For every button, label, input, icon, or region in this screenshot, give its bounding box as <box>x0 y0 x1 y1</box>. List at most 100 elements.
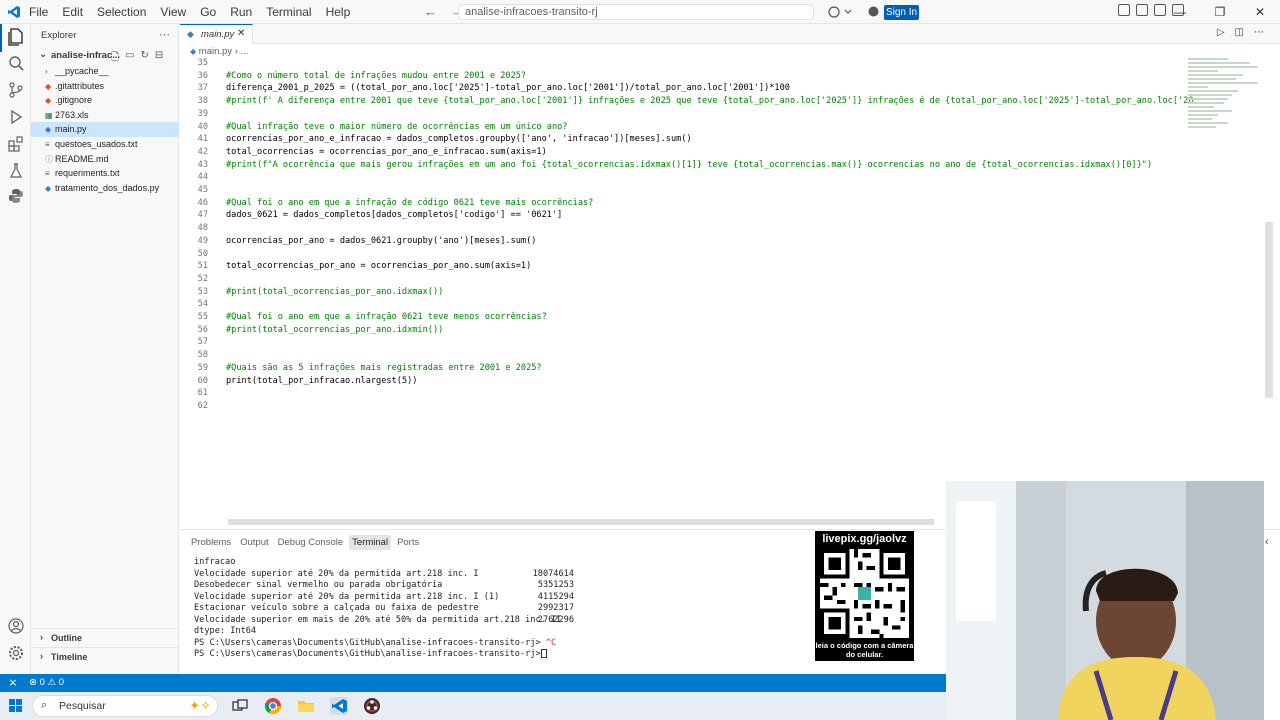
timeline-section[interactable]: › Timeline <box>31 647 179 665</box>
tree-item-tratamento[interactable]: ◆ tratamento_dos_dados.py <box>31 181 179 196</box>
line-number: 44 <box>197 172 208 183</box>
horizontal-scrollbar[interactable] <box>228 519 934 525</box>
code-line[interactable]: print(total_por_infracao.nlargest(5)) <box>226 376 417 386</box>
more-actions-icon[interactable]: ⋯ <box>1254 27 1264 38</box>
code-comment-line[interactable]: #Quais são as 5 infrações mais registrad… <box>226 363 542 373</box>
testing-icon[interactable] <box>6 163 26 183</box>
tab-main-py[interactable]: ◆ main.py ✕ <box>180 24 253 44</box>
breadcrumb-file[interactable]: main.py <box>199 46 232 57</box>
terminal-output[interactable]: infracao Velocidade superior até 20% da … <box>194 557 574 661</box>
tree-item-xls[interactable]: ▦ 2763.xls <box>31 108 179 123</box>
vertical-scrollbar[interactable] <box>1265 222 1273 398</box>
terminal-row: Estacionar veículo sobre a calçada ou fa… <box>194 603 574 613</box>
file-tree: › __pycache__ ◆ .gitattributes ◆ .gitignore… <box>31 64 179 195</box>
window-controls: — ❐ ✕ <box>1160 0 1280 24</box>
menu-view[interactable]: View <box>153 0 193 24</box>
close-window-button[interactable]: ✕ <box>1240 0 1280 24</box>
qr-code-image <box>820 549 909 638</box>
code-comment-line[interactable]: #print(total_ocorrencias_por_ano.idxmin(… <box>226 325 443 335</box>
code-comment-line[interactable]: #print(total_ocorrencias_por_ano.idxmax(… <box>226 287 443 297</box>
tab-output[interactable]: Output <box>237 535 272 550</box>
extensions-icon[interactable] <box>6 136 26 156</box>
windows-start-icon[interactable] <box>9 699 22 712</box>
minimap[interactable] <box>1188 58 1264 148</box>
run-file-icon[interactable]: ▷ <box>1217 27 1225 38</box>
chrome-icon[interactable] <box>264 697 282 715</box>
code-line[interactable]: total_ocorrencias = ocorrencias_por_ano_… <box>226 147 547 157</box>
tree-item-requeriments[interactable]: ≡ requeriments.txt <box>31 166 179 181</box>
code-comment-line[interactable]: #Qual foi o ano em que a infração de cód… <box>226 198 593 208</box>
tree-item-main-py[interactable]: ◆ main.py <box>31 122 179 137</box>
code-line[interactable]: diferença_2001_p_2025 = ((total_por_ano.… <box>226 83 790 93</box>
menu-bar: File Edit Selection View Go Run Terminal… <box>22 0 357 24</box>
qr-url: livepix.gg/jaolvz <box>822 533 907 545</box>
copilot-icon[interactable] <box>826 4 854 20</box>
sign-in-button[interactable]: Sign In <box>884 5 919 20</box>
menu-go[interactable]: Go <box>193 0 223 24</box>
text-file-icon: ≡ <box>45 169 50 179</box>
tree-item-questoes[interactable]: ≡ questoes_usados.txt <box>31 137 179 152</box>
tab-debug-console[interactable]: Debug Console <box>275 535 347 550</box>
git-file-icon: ◆ <box>45 81 52 91</box>
minimize-button[interactable]: — <box>1160 0 1200 24</box>
code-comment-line[interactable]: #Qual infração teve o maior número de oc… <box>226 122 567 132</box>
customize-layout-icon[interactable] <box>1118 4 1130 16</box>
file-explorer-icon[interactable] <box>297 697 315 715</box>
remote-indicator-icon[interactable]: ⨯ <box>0 674 26 692</box>
explorer-icon[interactable] <box>0 24 26 52</box>
maximize-button[interactable]: ❐ <box>1200 0 1240 24</box>
code-line[interactable]: dados_0621 = dados_completos[dados_compl… <box>226 210 562 220</box>
tab-problems[interactable]: Problems <box>188 535 234 550</box>
tab-ports[interactable]: Ports <box>394 535 422 550</box>
tree-item-gitignore[interactable]: ◆ .gitignore <box>31 93 179 108</box>
breadcrumb-more[interactable]: ... <box>241 46 249 57</box>
menu-help[interactable]: Help <box>319 0 358 24</box>
outline-section[interactable]: › Outline <box>31 628 179 646</box>
accounts-icon[interactable] <box>6 618 26 638</box>
tree-item-readme[interactable]: ⓘ README.md <box>31 152 179 167</box>
tree-item-pycache[interactable]: › __pycache__ <box>31 64 179 79</box>
line-number: 60 <box>197 375 208 386</box>
code-comment-line[interactable]: #print(f' A diferença entre 2001 que tev… <box>226 96 1194 106</box>
account-icon[interactable] <box>868 6 879 17</box>
command-center[interactable]: analise-infracoes-transito-rj <box>458 4 814 20</box>
python-icon[interactable] <box>6 188 26 208</box>
menu-edit[interactable]: Edit <box>55 0 90 24</box>
task-view-icon[interactable] <box>231 697 249 715</box>
terminal-dtype: dtype: Int64 <box>194 626 257 636</box>
vscode-taskbar-icon[interactable] <box>330 697 348 715</box>
code-comment-line[interactable]: #print(f"A ocorrência que mais gerou inf… <box>226 160 1152 170</box>
obs-icon[interactable] <box>363 697 381 715</box>
workspace-folder[interactable]: ⌄ analise-infrac... 🗋 ▭ ↻ ⊟ <box>31 48 179 64</box>
warning-icon: ⚠ <box>47 677 57 688</box>
taskbar-search[interactable]: ⌕ Pesquisar ✦✧ <box>32 695 218 717</box>
menu-run[interactable]: Run <box>223 0 259 24</box>
workspace-folder-label: analise-infrac... <box>51 50 121 61</box>
search-icon[interactable] <box>6 55 26 75</box>
menu-file[interactable]: File <box>22 0 55 24</box>
close-icon[interactable]: ✕ <box>237 28 245 39</box>
tab-terminal[interactable]: Terminal <box>349 535 392 550</box>
tree-item-gitattributes[interactable]: ◆ .gitattributes <box>31 79 179 94</box>
qr-caption: leia o código com a câmera do celular. <box>815 641 914 659</box>
toggle-sidebar-icon[interactable] <box>1136 4 1148 16</box>
menu-selection[interactable]: Selection <box>90 0 153 24</box>
split-editor-icon[interactable]: ◫ <box>1235 27 1244 38</box>
problems-counter[interactable]: ⊗ 0 ⚠ 0 <box>29 677 64 688</box>
chevron-left-icon[interactable]: ‹ <box>1265 536 1269 548</box>
code-editor[interactable]: 35 36 #Como o número total de infrações mu… <box>180 58 1265 520</box>
line-number: 35 <box>197 58 208 68</box>
menu-terminal[interactable]: Terminal <box>259 0 318 24</box>
back-arrow-icon[interactable]: ← <box>424 4 437 19</box>
code-line[interactable]: total_ocorrencias_por_ano = ocorrencias_… <box>226 261 531 271</box>
run-debug-icon[interactable] <box>6 109 26 129</box>
more-actions-icon[interactable]: ⋯ <box>159 28 170 41</box>
code-line[interactable]: ocorrencias_por_ano_e_infracao = dados_c… <box>226 134 692 144</box>
source-control-icon[interactable] <box>6 82 26 102</box>
line-number: 48 <box>197 223 208 234</box>
code-line[interactable]: ocorrencias_por_ano = dados_0621.groupby… <box>226 236 536 246</box>
terminal-row: Desobedecer sinal vermelho ou parada obr… <box>194 580 574 590</box>
code-comment-line[interactable]: #Qual foi o ano em que a infração 0621 t… <box>226 312 547 322</box>
code-comment-line[interactable]: #Como o número total de infrações mudou … <box>226 71 526 81</box>
manage-gear-icon[interactable] <box>6 645 26 665</box>
